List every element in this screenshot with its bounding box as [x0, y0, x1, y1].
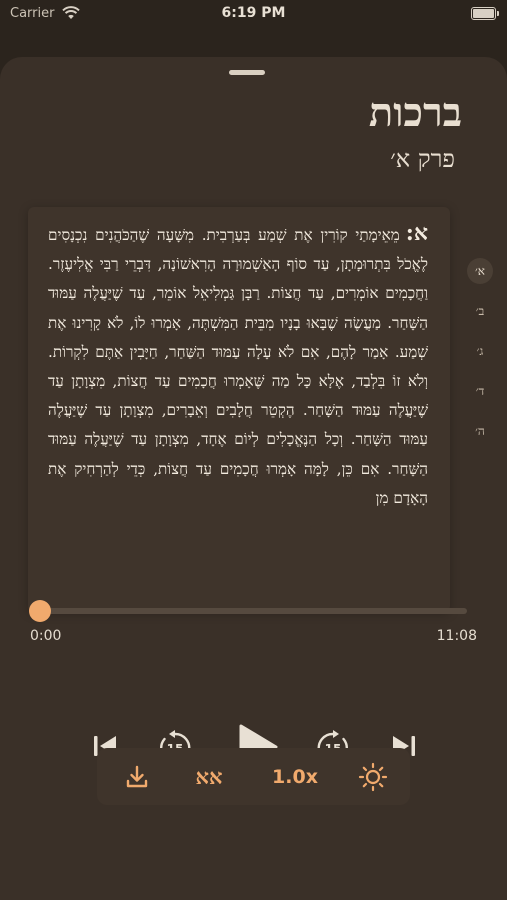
index-item-4[interactable]: ד׳	[467, 378, 493, 404]
index-item-3[interactable]: ג׳	[467, 338, 493, 364]
battery-icon	[471, 7, 499, 20]
playback-speed-button[interactable]: 1.0x	[265, 748, 325, 805]
download-button[interactable]	[115, 748, 159, 805]
index-item-2[interactable]: ב׳	[467, 298, 493, 324]
mishnah-text-card[interactable]: א:מֵאֵימָתַי קוֹרִין אֶת שְׁמַע בְּעַרְב…	[28, 207, 450, 612]
index-item-1[interactable]: א׳	[467, 258, 493, 284]
font-size-button[interactable]: אא	[187, 748, 231, 805]
elapsed-time: 0:00	[30, 628, 62, 644]
sheet-grabber[interactable]	[229, 70, 265, 75]
progress-knob[interactable]	[29, 600, 51, 622]
mishnah-text: א:מֵאֵימָתַי קוֹרִין אֶת שְׁמַע בְּעַרְב…	[48, 219, 428, 513]
bottom-toolbar: אא 1.0x	[97, 748, 410, 805]
playback-speed-label: 1.0x	[272, 765, 318, 788]
download-icon	[126, 765, 148, 787]
mishnah-marker: א:	[405, 220, 428, 246]
index-item-5[interactable]: ה׳	[467, 418, 493, 444]
brightness-button[interactable]	[351, 748, 395, 805]
tractate-title: ברכות	[368, 89, 462, 136]
status-bar: Carrier 6:19 PM	[0, 0, 507, 28]
mishnah-body: מֵאֵימָתַי קוֹרִין אֶת שְׁמַע בְּעַרְבִי…	[48, 226, 428, 507]
font-size-label: אא	[195, 763, 223, 789]
status-time: 6:19 PM	[221, 5, 286, 21]
total-time: 11:08	[436, 628, 477, 644]
brightness-icon	[358, 762, 388, 791]
chapter-subtitle: פרק א׳	[390, 145, 455, 173]
mishnah-index: א׳ ב׳ ג׳ ד׳ ה׳	[467, 258, 493, 458]
progress-track[interactable]	[40, 608, 467, 614]
